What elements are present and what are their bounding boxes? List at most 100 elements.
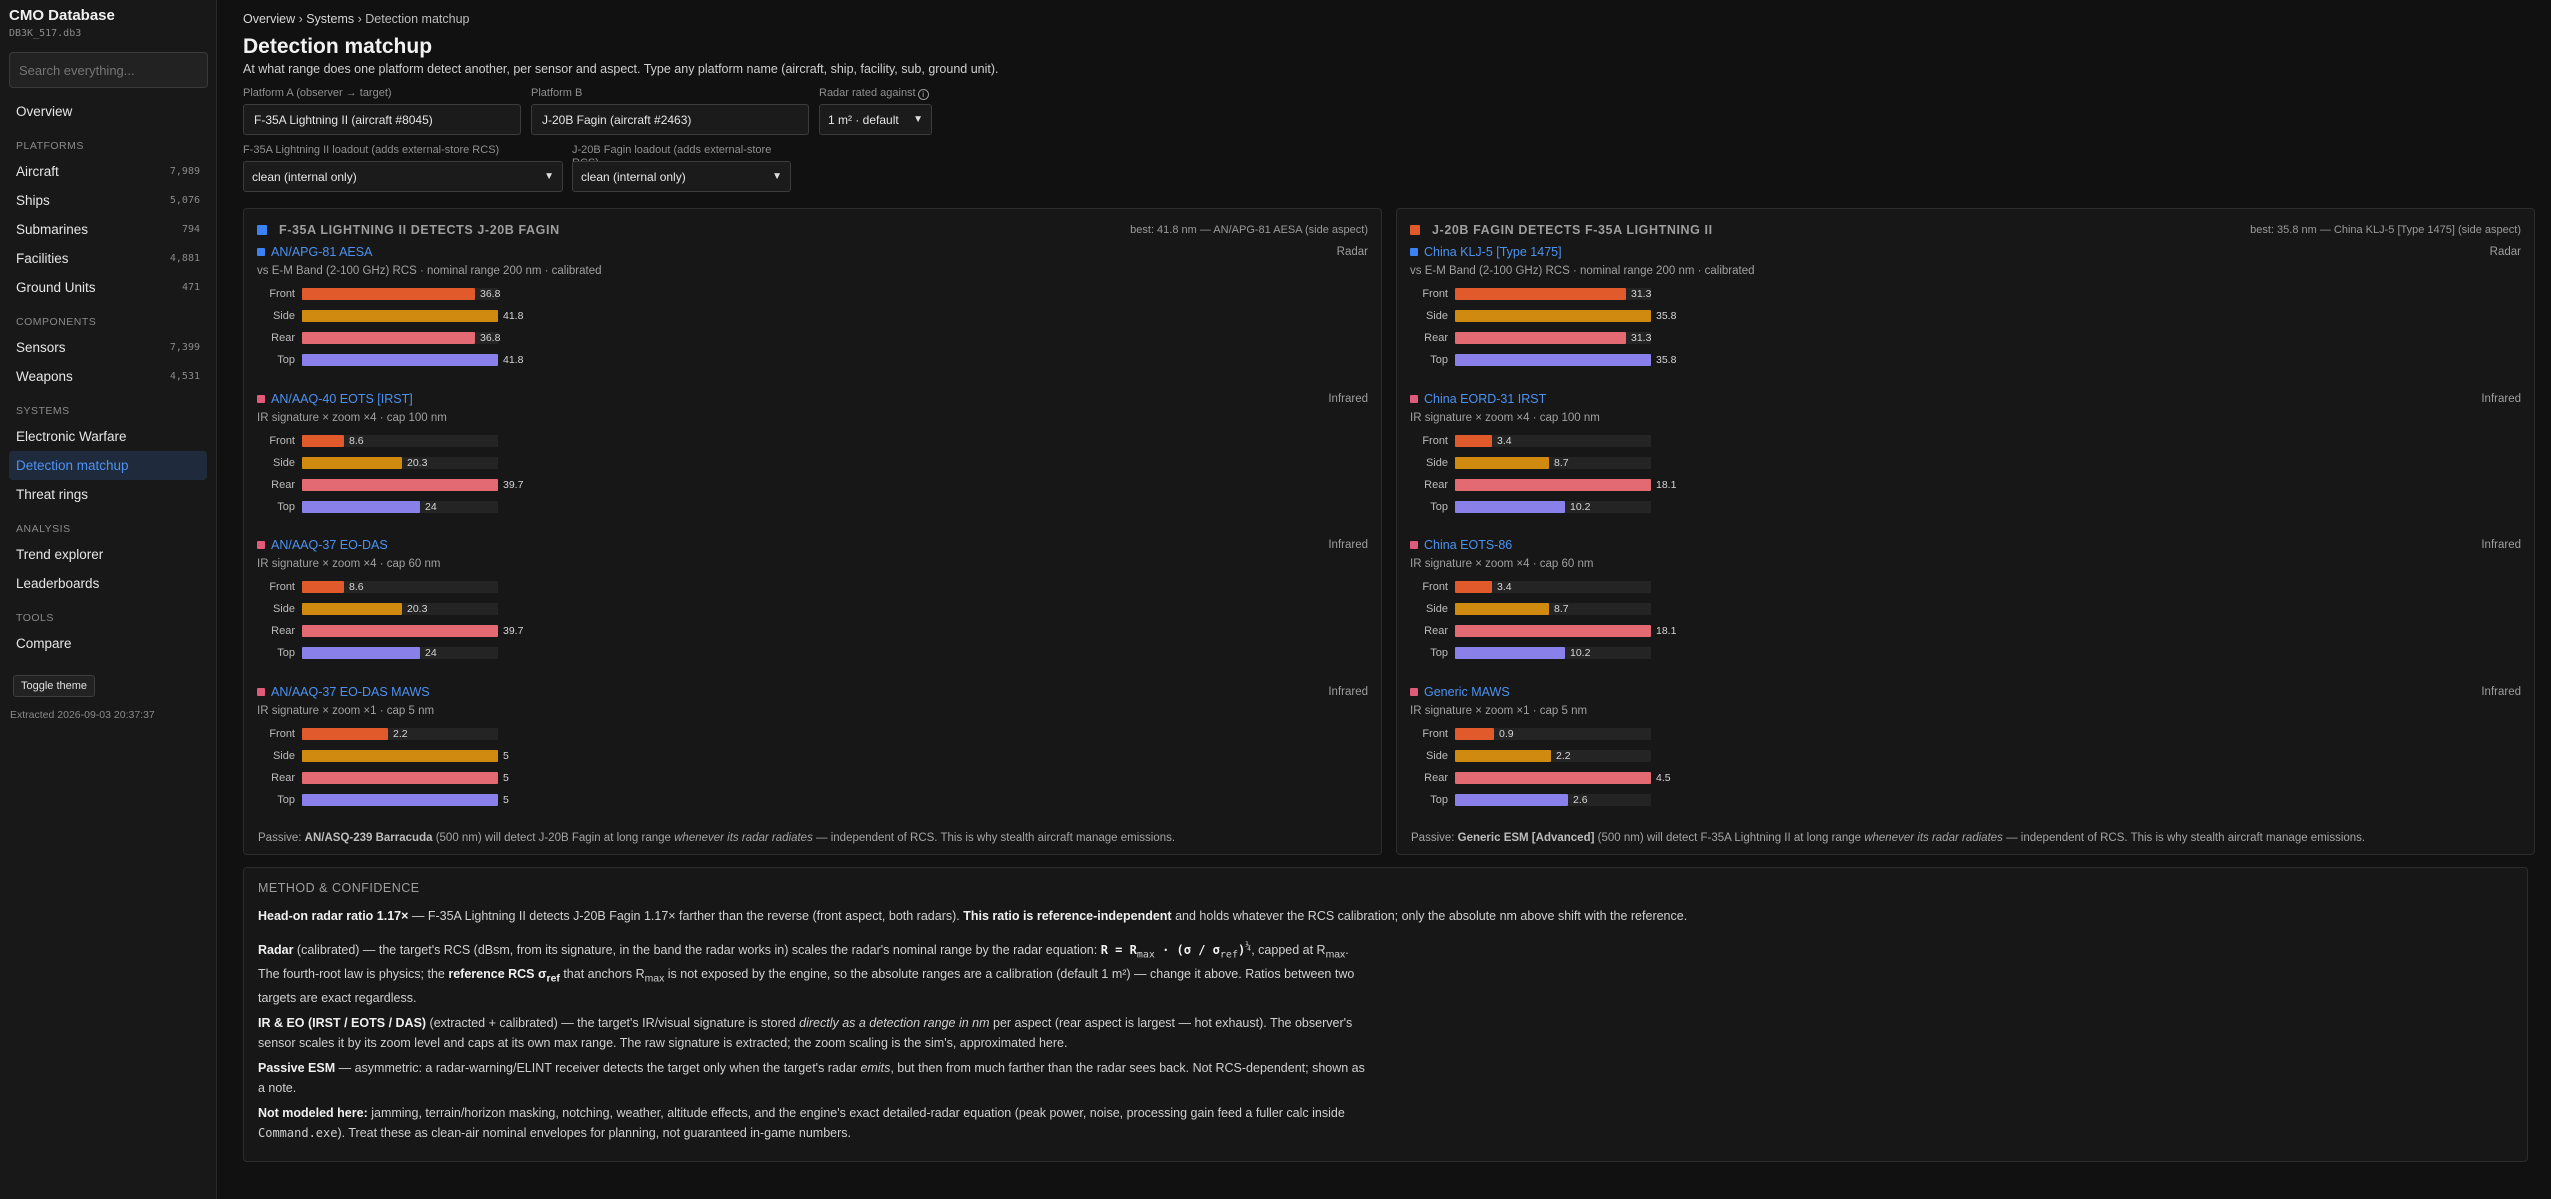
bar-track <box>302 581 498 593</box>
sensor-name[interactable]: Generic MAWS <box>1410 685 1510 699</box>
bar-track <box>1455 793 1651 806</box>
nav-overview[interactable]: Overview <box>9 97 207 126</box>
bar-row-top: Top 24 <box>257 642 1368 664</box>
bar-row-top: Top 41.8 <box>257 349 1368 371</box>
aspect-label: Rear <box>1424 478 1448 491</box>
sensor-name[interactable]: AN/AAQ-37 EO-DAS MAWS <box>257 685 430 699</box>
nav-item-submarines[interactable]: Submarines 794 <box>9 215 207 244</box>
bar-row-front: Front 3.4 <box>1410 576 2521 598</box>
nav-item-ground-units[interactable]: Ground Units 471 <box>9 273 207 302</box>
bar-row-rear: Rear 36.8 <box>257 327 1368 349</box>
nav-item-compare[interactable]: Compare <box>9 629 207 658</box>
bar-value: 5 <box>503 749 509 762</box>
bar-fill-front <box>1455 288 1626 300</box>
sensor-header: AN/AAQ-37 EO-DAS MAWS Infrared <box>257 682 1368 702</box>
loadout-a-label: F-35A Lightning II loadout (adds externa… <box>243 144 500 156</box>
panel-header: J-20B FAGIN DETECTS F-35A LIGHTNING II b… <box>1410 220 2521 240</box>
aspect-label: Front <box>269 727 295 740</box>
aspect-label: Rear <box>1424 625 1448 637</box>
sensor-name[interactable]: China KLJ-5 [Type 1475] <box>1410 245 1562 259</box>
sensor-type-marker <box>257 687 265 696</box>
page-subtitle: At what range does one platform detect a… <box>243 62 999 76</box>
loadout-a-select[interactable]: clean (internal only) ▼ <box>243 161 563 192</box>
nav-item-leaderboards[interactable]: Leaderboards <box>9 569 207 598</box>
sensor-card: AN/AAQ-37 EO-DAS Infrared IR signature ×… <box>257 535 1368 680</box>
sensor-name-link[interactable]: China EORD-31 IRST <box>1424 392 1546 406</box>
bar-value: 18.1 <box>1656 478 1677 491</box>
sensor-name[interactable]: AN/AAQ-37 EO-DAS <box>257 538 388 552</box>
nav-section-heading: COMPONENTS <box>16 316 97 328</box>
bar-row-front: Front 8.6 <box>257 576 1368 598</box>
toggle-theme-button[interactable]: Toggle theme <box>13 675 96 697</box>
aspect-bars: Front 8.6 Side 20.3 Rear 39.7 Top 24 <box>257 576 1368 664</box>
bar-value: 5 <box>503 793 509 806</box>
nav-item-weapons[interactable]: Weapons 4,531 <box>9 362 207 391</box>
sensor-name-link[interactable]: AN/AAQ-40 EOTS [IRST] <box>271 392 413 406</box>
platform-a-input[interactable]: F-35A Lightning II (aircraft #8045) <box>243 104 521 135</box>
sensor-name-link[interactable]: AN/APG-81 AESA <box>271 245 372 259</box>
sensor-type-marker <box>1410 248 1418 256</box>
sensor-name-link[interactable]: Generic MAWS <box>1424 685 1510 699</box>
bar-track <box>302 456 498 469</box>
sensor-name-link[interactable]: AN/AAQ-37 EO-DAS <box>271 538 388 552</box>
bar-fill-front <box>302 727 388 740</box>
nav-item-ships[interactable]: Ships 5,076 <box>9 186 207 215</box>
nav-item-sensors[interactable]: Sensors 7,399 <box>9 333 207 362</box>
aspect-label: Rear <box>271 332 295 344</box>
bar-fill-rear <box>302 771 498 784</box>
sensor-name[interactable]: AN/AAQ-40 EOTS [IRST] <box>257 392 413 406</box>
bar-fill-rear <box>1455 332 1626 344</box>
bar-row-side: Side 41.8 <box>257 305 1368 327</box>
bar-value: 20.3 <box>407 603 428 615</box>
nav-item-facilities[interactable]: Facilities 4,881 <box>9 244 207 273</box>
bar-value: 2.2 <box>1556 749 1571 762</box>
bar-fill-side <box>302 456 402 469</box>
bar-row-side: Side 2.2 <box>1410 745 2521 767</box>
bar-fill-side <box>1455 310 1651 322</box>
aspect-label: Rear <box>1424 332 1448 344</box>
nav-item-trend-explorer[interactable]: Trend explorer <box>9 540 207 569</box>
sensor-card: AN/AAQ-37 EO-DAS MAWS Infrared IR signat… <box>257 682 1368 827</box>
search-input[interactable] <box>9 52 208 88</box>
loadout-b-value: clean (internal only) <box>581 169 686 184</box>
info-icon[interactable]: i <box>917 89 929 100</box>
nav-item-threat-rings[interactable]: Threat rings <box>9 480 207 509</box>
bar-value: 36.8 <box>480 332 501 344</box>
platform-a-value: F-35A Lightning II (aircraft #8045) <box>254 112 433 127</box>
breadcrumb-systems[interactable]: Systems <box>306 12 354 26</box>
sensor-description: IR signature × zoom ×4 · cap 100 nm <box>1410 411 1600 424</box>
sensor-card: China EORD-31 IRST Infrared IR signature… <box>1410 389 2521 534</box>
panel-header: F-35A LIGHTNING II DETECTS J-20B FAGIN b… <box>257 220 1368 240</box>
breadcrumb-overview[interactable]: Overview <box>243 12 295 26</box>
radar-rated-select[interactable]: 1 m² · default ▼ <box>819 104 932 135</box>
platform-b-input[interactable]: J-20B Fagin (aircraft #2463) <box>531 104 809 135</box>
nav-label: Sensors <box>16 340 66 355</box>
nav-label: Facilities <box>16 251 69 266</box>
loadout-b-select[interactable]: clean (internal only) ▼ <box>572 161 791 192</box>
extracted-timestamp: Extracted 2026-09-03 20:37:37 <box>10 709 155 721</box>
sensor-header: Generic MAWS Infrared <box>1410 682 2521 702</box>
sensor-name-link[interactable]: AN/AAQ-37 EO-DAS MAWS <box>271 685 430 699</box>
aspect-label: Side <box>1425 603 1448 615</box>
panel-title: J-20B FAGIN DETECTS F-35A LIGHTNING II <box>1410 223 1713 237</box>
nav-label: Detection matchup <box>16 458 129 473</box>
sensor-name[interactable]: AN/APG-81 AESA <box>257 245 372 259</box>
sensor-name-link[interactable]: China KLJ-5 [Type 1475] <box>1424 245 1562 259</box>
aspect-label: Side <box>1425 456 1448 469</box>
sensor-header: AN/AAQ-40 EOTS [IRST] Infrared <box>257 389 1368 409</box>
nav-item-aircraft[interactable]: Aircraft 7,989 <box>9 157 207 186</box>
nav-label: Weapons <box>16 369 73 384</box>
sensor-name[interactable]: China EORD-31 IRST <box>1410 392 1546 406</box>
bar-fill-top <box>1455 647 1565 659</box>
bar-row-rear: Rear 4.5 <box>1410 767 2521 789</box>
bar-row-side: Side 8.7 <box>1410 452 2521 474</box>
nav-item-detection-matchup[interactable]: Detection matchup <box>9 451 207 480</box>
panel-a-detects-b: F-35A LIGHTNING II DETECTS J-20B FAGIN b… <box>243 208 1382 855</box>
bar-fill-rear <box>1455 771 1651 784</box>
sensor-name-link[interactable]: China EOTS-86 <box>1424 538 1512 552</box>
nav-item-electronic-warfare[interactable]: Electronic Warfare <box>9 422 207 451</box>
bar-row-top: Top 10.2 <box>1410 642 2521 664</box>
sensor-name[interactable]: China EOTS-86 <box>1410 538 1512 552</box>
bar-row-front: Front 0.9 <box>1410 723 2521 745</box>
bar-fill-side <box>302 310 498 322</box>
